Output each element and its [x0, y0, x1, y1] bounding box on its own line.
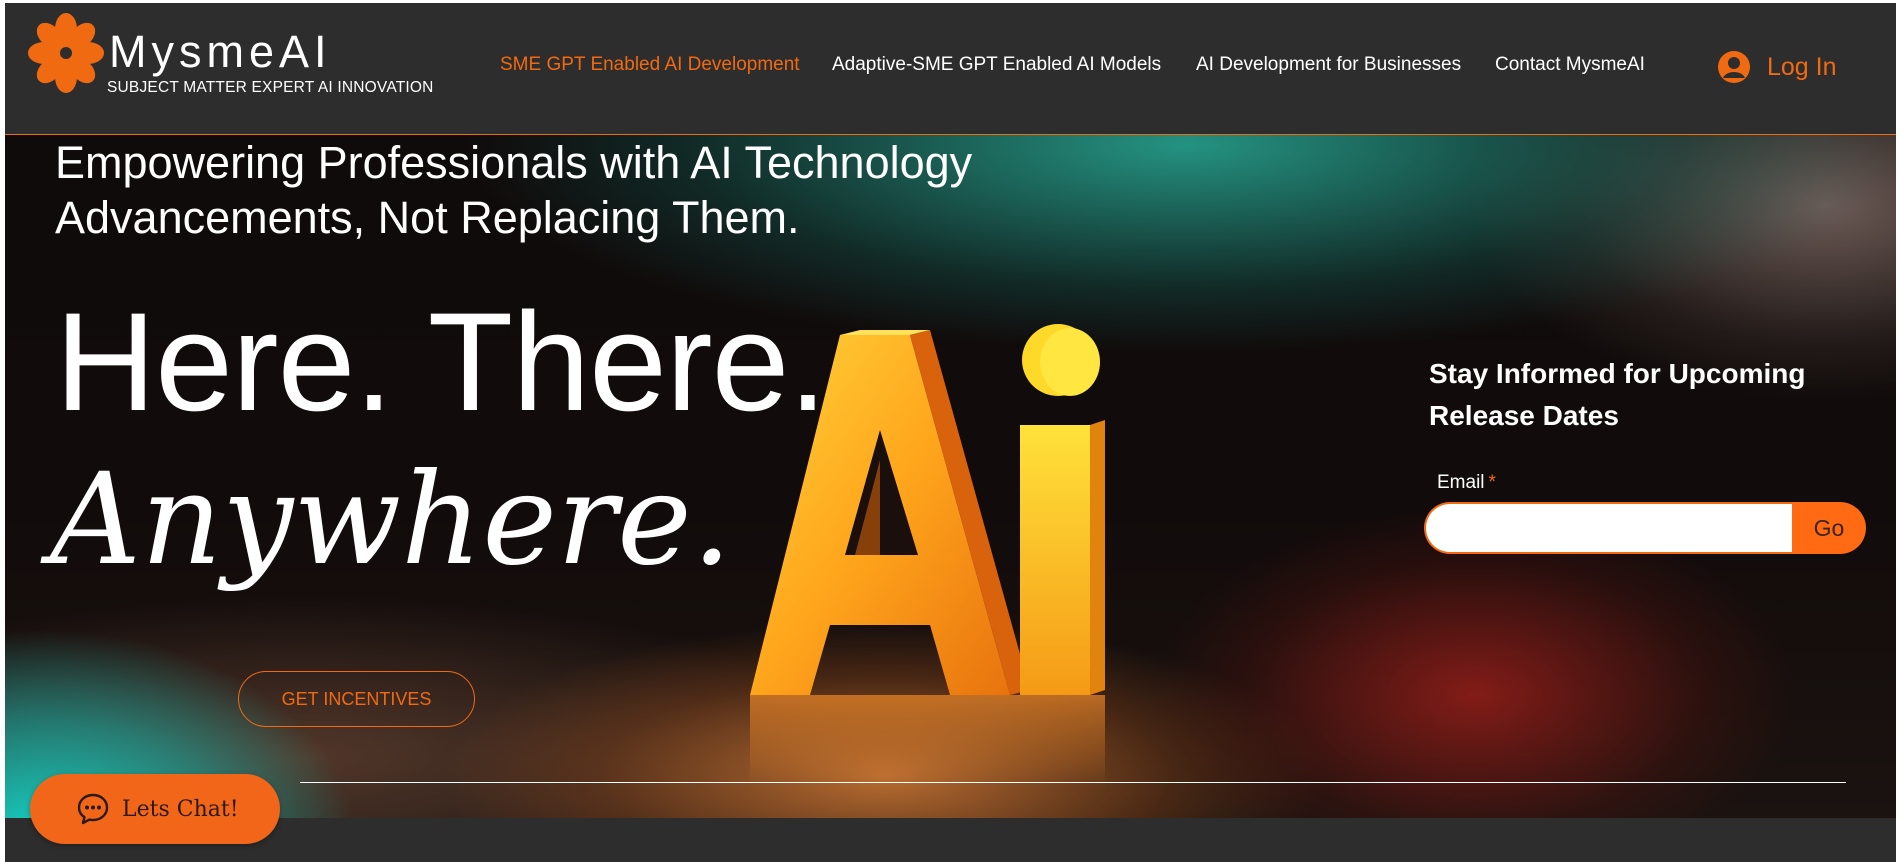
- site-header: MysmeAI SUBJECT MATTER EXPERT AI INNOVAT…: [5, 3, 1896, 135]
- hero-subheadline: Empowering Professionals with AI Technol…: [55, 137, 973, 243]
- nav-item-adaptive-sme-models[interactable]: Adaptive-SME GPT Enabled AI Models: [832, 55, 1161, 74]
- brand-name[interactable]: MysmeAI: [109, 29, 332, 74]
- login-button[interactable]: Log In: [1717, 49, 1837, 85]
- brand-tagline: SUBJECT MATTER EXPERT AI INNOVATION: [107, 79, 434, 96]
- footer-strip: [5, 818, 1896, 862]
- hero-script-headline: Anywhere.: [50, 446, 732, 593]
- hero-section: Empowering Professionals with AI Technol…: [5, 135, 1896, 818]
- page-frame: MysmeAI SUBJECT MATTER EXPERT AI INNOVAT…: [0, 0, 1901, 862]
- lets-chat-label: Lets Chat!: [122, 796, 239, 822]
- lets-chat-button[interactable]: Lets Chat!: [30, 774, 280, 844]
- signup-title: Stay Informed for Upcoming Release Dates: [1429, 358, 1806, 431]
- nav-item-sme-gpt-development[interactable]: SME GPT Enabled AI Development: [500, 55, 800, 74]
- nav-item-contact[interactable]: Contact MysmeAI: [1495, 55, 1645, 74]
- go-button[interactable]: Go: [1792, 502, 1866, 554]
- chat-bubble-icon: [77, 793, 109, 825]
- email-label: Email *: [1437, 473, 1496, 492]
- hero-divider: [300, 782, 1846, 783]
- hero-headline: Here. There.: [55, 283, 827, 440]
- user-circle-icon: [1718, 51, 1750, 83]
- login-label: Log In: [1767, 52, 1837, 81]
- email-input[interactable]: [1424, 502, 1794, 554]
- get-incentives-button[interactable]: GET INCENTIVES: [238, 671, 475, 727]
- nav-item-ai-development-businesses[interactable]: AI Development for Businesses: [1196, 55, 1461, 74]
- email-label-text: Email: [1437, 472, 1485, 493]
- required-marker: *: [1488, 472, 1496, 493]
- orange-flower-icon[interactable]: [28, 13, 104, 93]
